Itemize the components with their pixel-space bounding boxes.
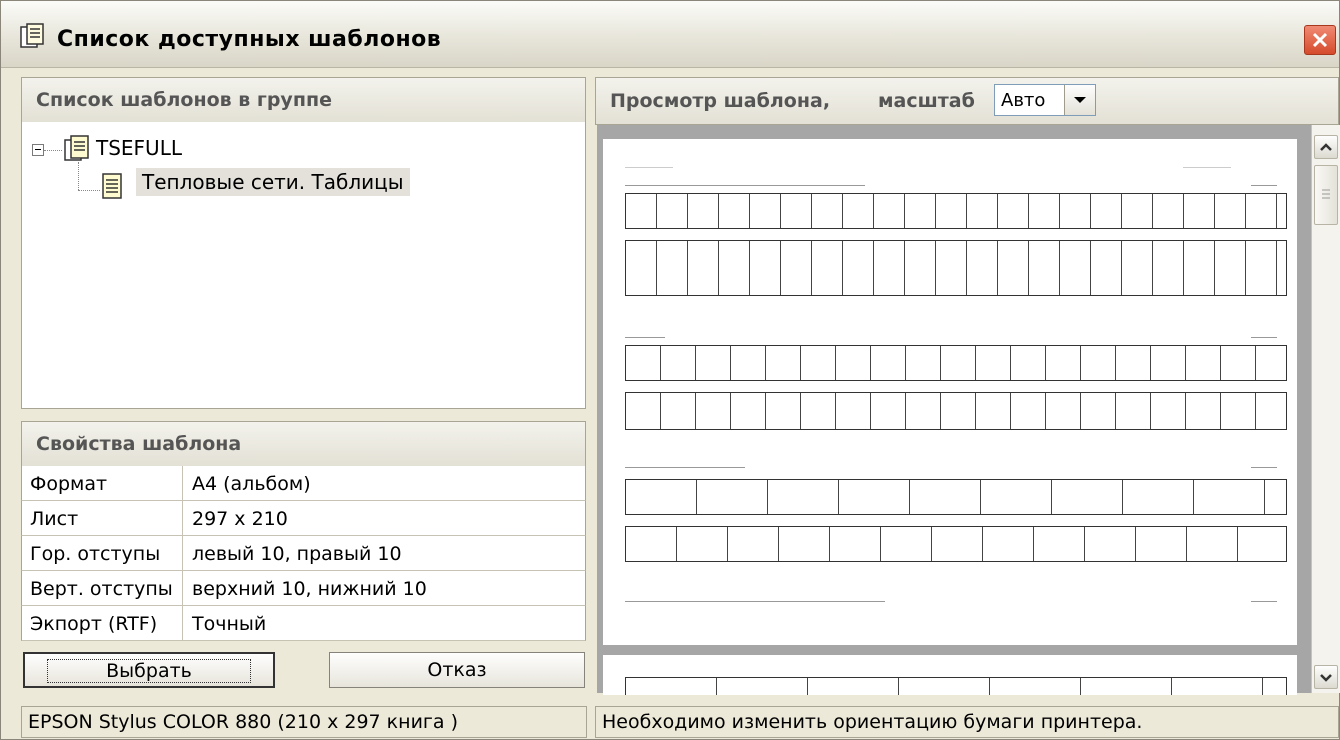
document-group-icon: [62, 134, 92, 169]
preview-header-label: Просмотр шаблона,: [610, 90, 831, 112]
select-button[interactable]: Выбрать: [23, 652, 275, 688]
cancel-button-label: Отказ: [427, 659, 487, 681]
property-row-sheet: Лист 297 x 210: [21, 501, 586, 536]
property-key: Лист: [30, 508, 79, 530]
cancel-button[interactable]: Отказ: [329, 652, 585, 688]
status-bar-printer: EPSON Stylus COLOR 880 (210 x 297 книга …: [21, 706, 587, 738]
preview-scrollbar[interactable]: [1311, 125, 1340, 693]
preview-page-next: [603, 655, 1297, 695]
template-list-header-label: Список шаблонов в группе: [36, 89, 332, 111]
preview-table: [625, 345, 1287, 381]
document-icon: [100, 172, 124, 205]
chevron-up-icon: [1320, 143, 1332, 151]
scroll-thumb[interactable]: [1314, 165, 1338, 225]
scale-value: Авто: [1001, 90, 1046, 111]
property-key: Экпорт (RTF): [30, 613, 158, 635]
preview-header: Просмотр шаблона, масштаб: [595, 77, 1339, 125]
scroll-down-button[interactable]: [1314, 665, 1338, 689]
select-button-label: Выбрать: [47, 659, 251, 683]
template-preview[interactable]: [597, 125, 1339, 695]
property-row-format: Формат А4 (альбом): [21, 466, 586, 501]
tree-node-tsefull[interactable]: TSEFULL: [96, 136, 182, 160]
preview-table: [625, 479, 1287, 515]
property-value: А4 (альбом): [192, 473, 311, 495]
preview-table: [625, 193, 1287, 229]
property-value: Точный: [192, 613, 267, 635]
scale-label: масштаб: [878, 90, 975, 112]
property-key: Гор. отступы: [30, 543, 161, 565]
title-bar: Список доступных шаблонов: [1, 1, 1339, 68]
preview-table: [625, 526, 1287, 562]
property-key: Формат: [30, 473, 108, 495]
tree-node-heat-networks-tables[interactable]: Тепловые сети. Таблицы: [136, 168, 410, 196]
chevron-down-icon: [1320, 674, 1332, 682]
property-row-vertical-margins: Верт. отступы верхний 10, нижний 10: [21, 571, 586, 606]
preview-table: [625, 677, 1287, 695]
status-bar-message: Необходимо изменить ориентацию бумаги пр…: [595, 706, 1339, 738]
scroll-up-button[interactable]: [1314, 135, 1338, 159]
properties-header-label: Свойства шаблона: [36, 433, 242, 455]
preview-table: [625, 392, 1287, 430]
properties-header: Свойства шаблона: [21, 421, 586, 467]
scale-select[interactable]: Авто: [994, 84, 1096, 116]
property-row-horizontal-margins: Гор. отступы левый 10, правый 10: [21, 536, 586, 571]
property-value: 297 x 210: [192, 508, 288, 530]
property-row-export-rtf: Экпорт (RTF) Точный: [21, 606, 586, 641]
status-message-text: Необходимо изменить ориентацию бумаги пр…: [602, 711, 1143, 733]
document-list-icon: [19, 23, 47, 51]
preview-page: [603, 139, 1297, 645]
preview-table: [625, 240, 1287, 296]
close-icon: [1312, 32, 1328, 48]
close-button[interactable]: [1304, 25, 1336, 55]
template-list-dialog: Список доступных шаблонов Список шаблоно…: [0, 0, 1340, 740]
property-value: верхний 10, нижний 10: [192, 578, 427, 600]
printer-status-text: EPSON Stylus COLOR 880 (210 x 297 книга …: [28, 711, 459, 733]
window-title: Список доступных шаблонов: [57, 27, 442, 52]
properties-table: Формат А4 (альбом) Лист 297 x 210 Гор. о…: [21, 466, 586, 642]
collapse-toggle-icon[interactable]: [32, 144, 44, 156]
template-list-header: Список шаблонов в группе: [21, 77, 586, 123]
property-key: Верт. отступы: [30, 578, 173, 600]
property-value: левый 10, правый 10: [192, 543, 402, 565]
chevron-down-icon[interactable]: [1064, 85, 1095, 115]
template-tree[interactable]: TSEFULL Тепловые сети. Таблицы: [21, 122, 586, 409]
